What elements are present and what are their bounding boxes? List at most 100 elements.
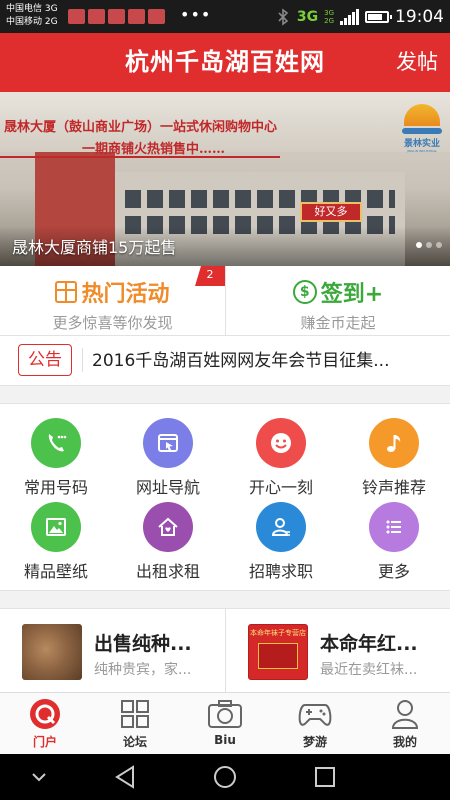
banner-logo: 景林实业 JINGLIN INDUSTRIAL [399, 104, 445, 153]
network-type: 3G [296, 8, 319, 25]
checkin-title: 签到+ [320, 282, 384, 307]
gift-icon [55, 281, 78, 303]
listing-title: 本命年红... [320, 633, 418, 655]
bottom-tab-bar: 门户 论坛 Biu 梦游 我的 [0, 692, 450, 754]
phone-icon [31, 418, 81, 468]
tab-label: 我的 [392, 735, 417, 749]
image-icon [31, 502, 81, 552]
listing-title: 出售纯种... [94, 633, 192, 655]
banner-slogan: 一期商铺火热销售中…… [82, 142, 226, 157]
tab-label: 论坛 [122, 735, 147, 749]
banner-logo-subtext: JINGLIN INDUSTRIAL [406, 149, 438, 153]
bluetooth-icon [277, 7, 291, 26]
camera-icon [207, 697, 243, 731]
signal-labels: 3G 2G [324, 9, 334, 25]
shortcut-url-navigation[interactable]: 网址导航 [112, 418, 224, 504]
divider [82, 348, 83, 372]
notification-icon [148, 9, 165, 24]
shortcut-label: 网址导航 [135, 478, 200, 497]
shortcut-wallpapers[interactable]: 精品壁纸 [0, 502, 112, 588]
shortcut-jobs[interactable]: 招聘求职 [225, 502, 337, 588]
checkin-subtitle: 赚金币走起 [300, 314, 376, 332]
carrier-2: 中国移动 2G [6, 17, 58, 27]
tab-portal[interactable]: 门户 [0, 693, 90, 755]
person-icon [256, 502, 306, 552]
list-icon [369, 502, 419, 552]
shortcut-ringtones[interactable]: 铃声推荐 [338, 418, 450, 504]
house-icon [143, 502, 193, 552]
shortcut-more[interactable]: 更多 [338, 502, 450, 588]
banner-caption: 晟林大厦商铺15万起售 [12, 238, 177, 257]
grid-icon [117, 697, 153, 731]
back-icon[interactable] [110, 762, 140, 792]
app-header: 杭州千岛湖百姓网 发帖 [0, 33, 450, 92]
user-icon [387, 697, 423, 731]
more-notifications-icon: ••• [180, 5, 212, 24]
system-navigation-bar [0, 754, 450, 800]
carrier-1: 中国电信 3G [6, 4, 58, 14]
thumbnail-text: 本命年袜子专营店 [250, 629, 306, 637]
shortcut-label: 精品壁纸 [23, 562, 88, 581]
listing-subtitle: 纯种贵宾，家... [94, 662, 192, 678]
notification-icons [68, 9, 165, 24]
smile-icon [256, 418, 306, 468]
shortcut-label: 开心一刻 [248, 478, 313, 497]
dollar-coin-icon: $ [292, 280, 317, 304]
listing-subtitle: 最近在卖红袜... [320, 662, 418, 678]
checkin-button[interactable]: $ 签到+ 赚金币走起 [225, 266, 450, 336]
shortcut-jokes[interactable]: 开心一刻 [225, 418, 337, 504]
shortcut-rentals[interactable]: 出租求租 [112, 502, 224, 588]
page-title: 杭州千岛湖百姓网 [125, 48, 325, 76]
shortcut-phone-numbers[interactable]: 常用号码 [0, 418, 112, 504]
notification-icon [88, 9, 105, 24]
portal-icon [27, 697, 63, 731]
announcement-text[interactable]: 2016千岛湖百姓网网友年会节目征集... [92, 336, 438, 386]
featured-listings: 出售纯种... 纯种贵宾，家... 本命年袜子专营店 本命年红... 最近在卖红… [0, 608, 450, 693]
gamepad-icon [297, 697, 333, 731]
banner-store-sign: 好又多 [300, 202, 362, 222]
listing-thumbnail [22, 624, 82, 680]
listing-card[interactable]: 出售纯种... 纯种贵宾，家... [0, 609, 225, 693]
activity-row: 热门活动 更多惊喜等你发现 2 $ 签到+ 赚金币走起 [0, 266, 450, 336]
hot-activities-subtitle: 更多惊喜等你发现 [52, 314, 173, 332]
banner-page-indicator [416, 242, 442, 248]
shortcut-label: 铃声推荐 [361, 478, 426, 497]
battery-icon [365, 10, 392, 23]
signal-label-bottom: 2G [324, 16, 334, 25]
signal-label-top: 3G [324, 8, 334, 17]
tab-forum[interactable]: 论坛 [90, 693, 180, 755]
tab-games[interactable]: 梦游 [270, 693, 360, 755]
shortcut-label: 常用号码 [23, 478, 88, 497]
hide-keyboard-icon[interactable] [24, 762, 54, 792]
page-dot [436, 242, 442, 248]
announcement-tag: 公告 [18, 344, 72, 376]
listing-card[interactable]: 本命年袜子专营店 本命年红... 最近在卖红袜... [225, 609, 450, 693]
tab-label: 门户 [32, 735, 57, 749]
tab-biu[interactable]: Biu [180, 693, 270, 755]
browser-icon [143, 418, 193, 468]
clock: 19:04 [395, 6, 444, 27]
recent-apps-icon[interactable] [310, 762, 340, 792]
tab-label: 梦游 [302, 735, 327, 749]
hot-activities-button[interactable]: 热门活动 更多惊喜等你发现 2 [0, 266, 225, 336]
carrier-info: 中国电信 3G 中国移动 2G [6, 3, 58, 29]
signal-strength-icon [340, 8, 359, 25]
shortcut-label: 招聘求职 [248, 562, 313, 581]
tab-label: Biu [214, 733, 236, 747]
notification-icon [108, 9, 125, 24]
banner-divider [0, 156, 280, 158]
shortcut-grid: 常用号码 网址导航 开心一刻 铃声推荐 精品壁纸 出租求租 招聘求职 更多 [0, 403, 450, 591]
banner-logo-text: 景林实业 [403, 139, 440, 149]
banner-carousel[interactable]: 好又多 晟林大厦（鼓山商业广场）一站式休闲购物中心 一期商铺火热销售中…… 景林… [0, 92, 450, 266]
post-button[interactable]: 发帖 [396, 33, 438, 92]
listing-thumbnail: 本命年袜子专营店 [248, 624, 308, 680]
announcement-bar[interactable]: 公告 2016千岛湖百姓网网友年会节目征集... [0, 336, 450, 386]
tab-mine[interactable]: 我的 [360, 693, 450, 755]
notification-icon [128, 9, 145, 24]
hot-activities-badge: 2 [195, 266, 225, 286]
page-dot [416, 242, 422, 248]
home-icon[interactable] [210, 762, 240, 792]
shortcut-label: 更多 [377, 562, 410, 581]
hot-activities-title: 热门活动 [81, 282, 170, 307]
banner-slogan: 晟林大厦（鼓山商业广场）一站式休闲购物中心 [4, 120, 278, 135]
